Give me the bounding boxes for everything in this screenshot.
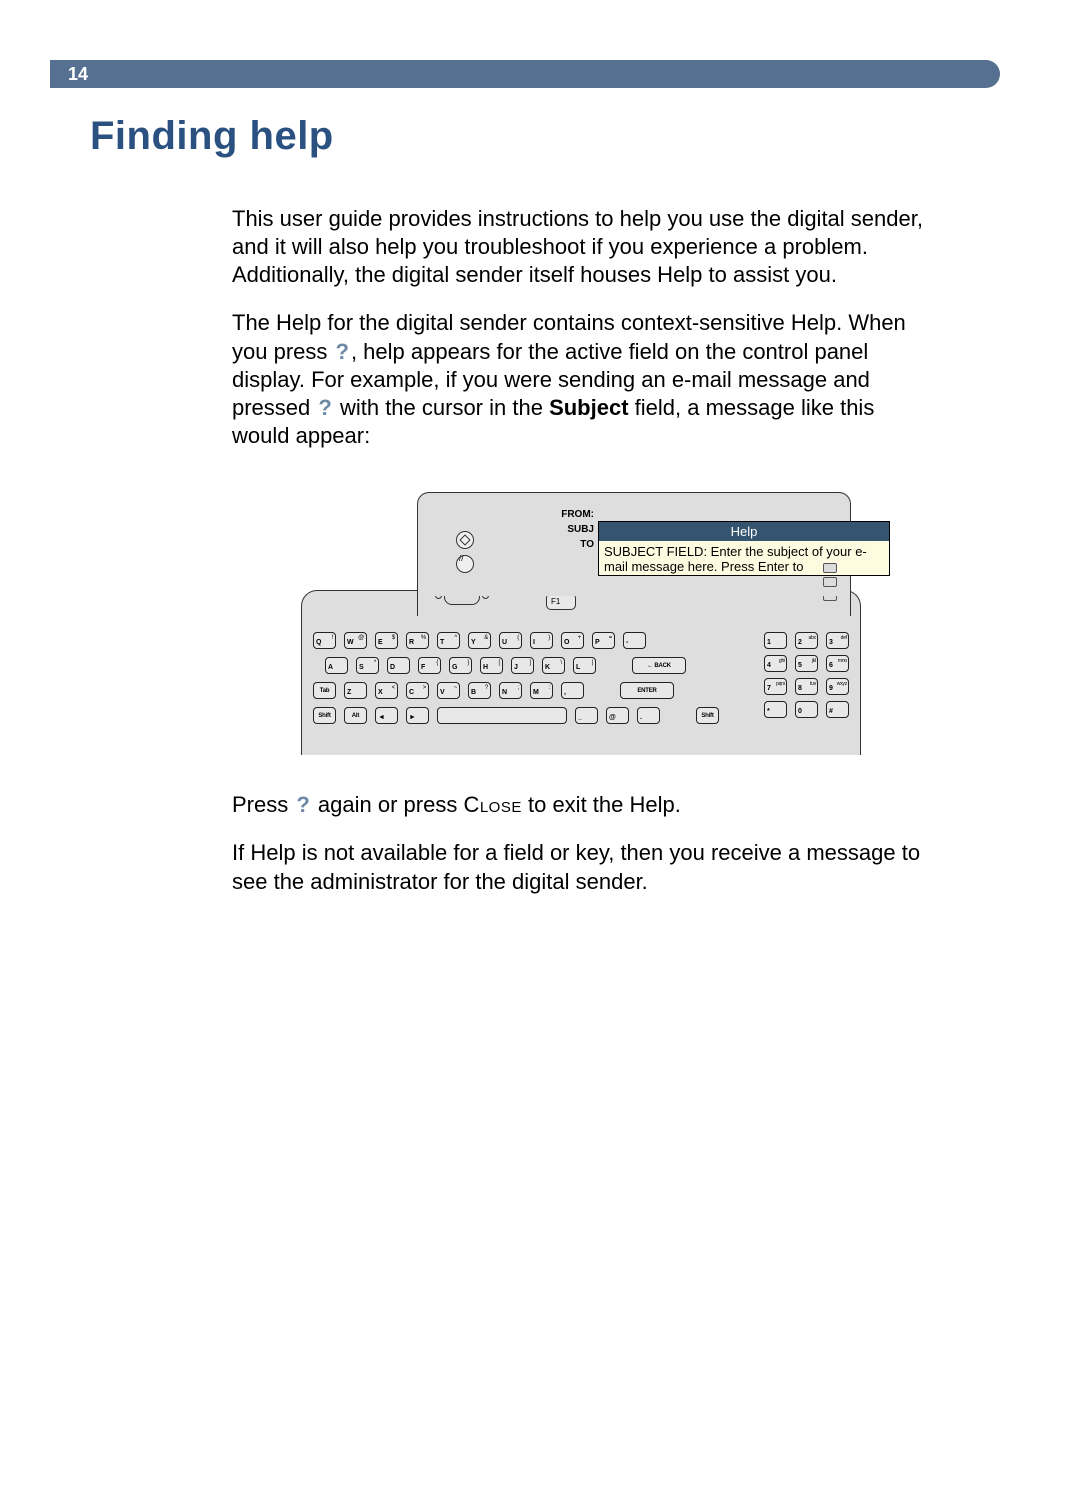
document-page: 14 Finding help This user guide provides… <box>0 0 1080 1495</box>
key: * <box>764 701 787 718</box>
key-back: ← BACK <box>632 657 686 674</box>
help-popup-title: Help <box>599 522 889 541</box>
key: @ <box>606 707 629 724</box>
label-to: TO <box>548 537 594 552</box>
key: . <box>637 707 660 724</box>
key: K\ <box>542 657 565 674</box>
page-number-line <box>50 60 1000 88</box>
key: S* <box>356 657 379 674</box>
key: D <box>387 657 410 674</box>
question-mark-icon: ? <box>334 338 351 366</box>
paragraph-2: The Help for the digital sender contains… <box>232 309 930 450</box>
key: 4ghi <box>764 655 787 672</box>
key: A <box>325 657 348 674</box>
key: 9wxyz <box>826 678 849 695</box>
keyboard-figure: F1 FROM: SUBJ TO Help SUBJECT FIELD: Ent… <box>301 490 861 755</box>
key: 2abc <box>795 632 818 649</box>
key: _ <box>575 707 598 724</box>
key: - <box>623 632 646 649</box>
key: 6mno <box>826 655 849 672</box>
key-shift: Shift <box>696 707 719 724</box>
p3-c: to exit the Help. <box>522 792 681 817</box>
key-alt: Alt <box>344 707 367 724</box>
key- <box>437 707 567 724</box>
key: O+ <box>561 632 584 649</box>
key: X< <box>375 682 398 699</box>
key: R% <box>406 632 429 649</box>
numpad: 1 2abc 3def 4ghi 5jkl 6mno 7pqrs 8tuv 9wxyz * 0 # <box>764 632 849 718</box>
key: 3def <box>826 632 849 649</box>
key: M: <box>530 682 553 699</box>
help-popup-body: SUBJECT FIELD: Enter the subject of your… <box>599 541 889 575</box>
key: I) <box>530 632 553 649</box>
key-tab: Tab <box>313 682 336 699</box>
key: H[ <box>480 657 503 674</box>
key: 1 <box>764 632 787 649</box>
paragraph-4: If Help is not available for a field or … <box>232 839 930 895</box>
key: Q! <box>313 632 336 649</box>
key: C> <box>406 682 429 699</box>
question-mark-icon: ? <box>316 394 333 422</box>
key: L| <box>573 657 596 674</box>
p3-a: Press <box>232 792 294 817</box>
key: F{ <box>418 657 441 674</box>
subject-bold: Subject <box>549 395 628 420</box>
key: 5jkl <box>795 655 818 672</box>
key: U( <box>499 632 522 649</box>
close-key-label: Close <box>463 792 521 817</box>
help-popup: Help SUBJECT FIELD: Enter the subject of… <box>598 521 890 576</box>
key: P= <box>592 632 615 649</box>
key: Z <box>344 682 367 699</box>
page-number-bar: 14 <box>0 60 1000 88</box>
key: J] <box>511 657 534 674</box>
key: 7pqrs <box>764 678 787 695</box>
label-from: FROM: <box>548 507 594 522</box>
p3-b: again or press <box>312 792 464 817</box>
key: W@ <box>344 632 367 649</box>
arrow-right-key <box>406 707 429 724</box>
key: G} <box>449 657 472 674</box>
key: 8tuv <box>795 678 818 695</box>
page-number: 14 <box>50 60 102 88</box>
paragraph-1: This user guide provides instructions to… <box>232 205 930 289</box>
key: Y& <box>468 632 491 649</box>
key: N; <box>499 682 522 699</box>
field-labels: FROM: SUBJ TO <box>548 507 594 552</box>
key: B? <box>468 682 491 699</box>
slash-icon <box>456 555 474 573</box>
paragraph-3: Press ? again or press Close to exit the… <box>232 791 930 819</box>
key-shift: Shift <box>313 707 336 724</box>
key-enter: ENTER <box>620 682 674 699</box>
diamond-icon <box>456 531 474 549</box>
body-column: This user guide provides instructions to… <box>232 205 930 896</box>
p2-c: with the cursor in the <box>334 395 549 420</box>
device-screen: F1 FROM: SUBJ TO Help SUBJECT FIELD: Ent… <box>417 492 851 616</box>
key: T^ <box>437 632 460 649</box>
key: # <box>826 701 849 718</box>
key: E$ <box>375 632 398 649</box>
key: 0 <box>795 701 818 718</box>
side-pad-icon <box>823 563 837 605</box>
question-mark-icon: ? <box>294 791 311 819</box>
arrow-left-key <box>375 707 398 724</box>
key: , <box>561 682 584 699</box>
key: V~ <box>437 682 460 699</box>
label-subject: SUBJ <box>548 522 594 537</box>
page-title: Finding help <box>90 114 1080 159</box>
